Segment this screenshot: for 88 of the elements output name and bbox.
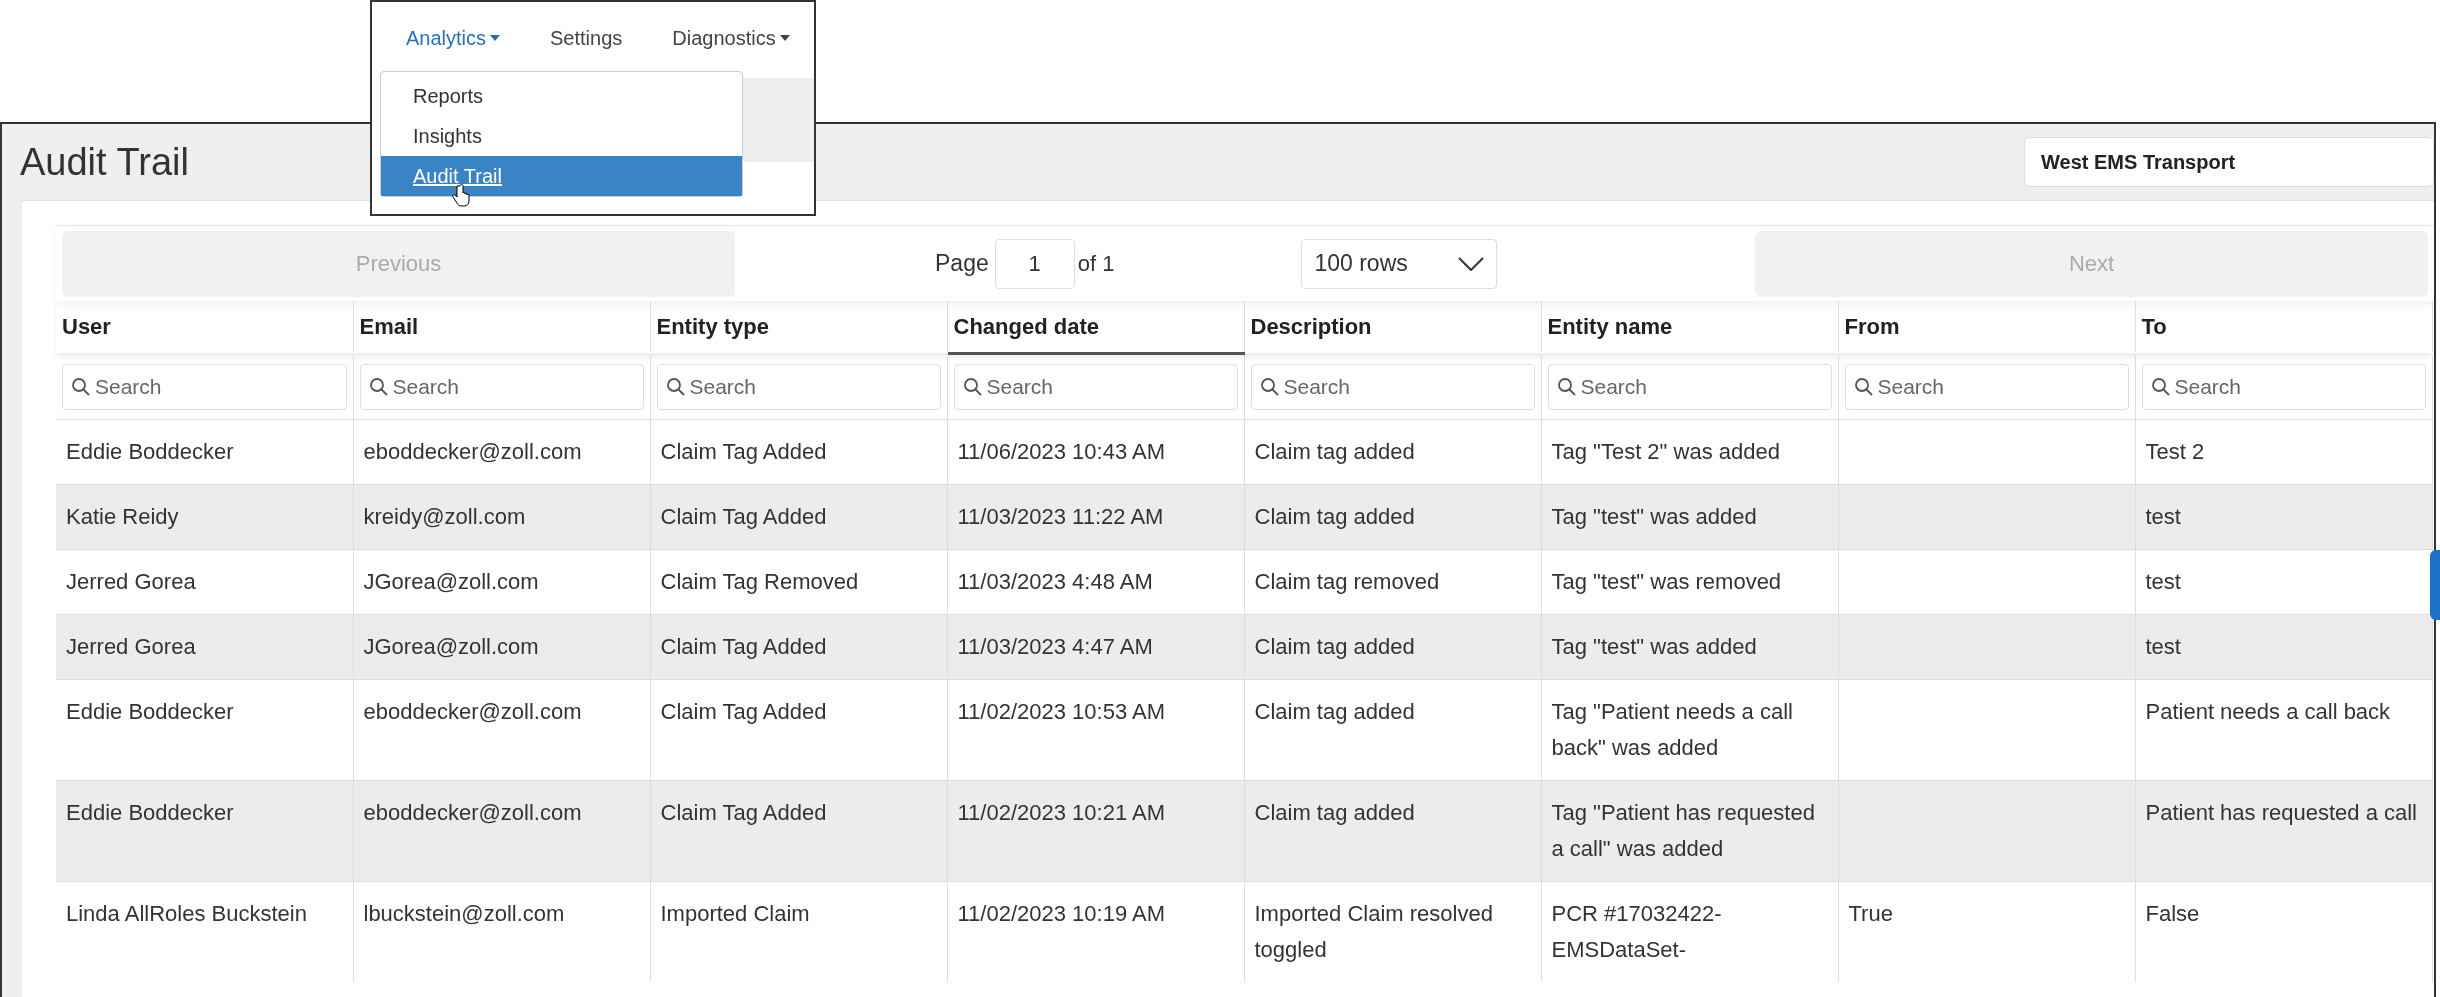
table-cell: lbuckstein@zoll.com bbox=[363, 900, 565, 926]
table-cell: Jerred Gorea bbox=[66, 568, 196, 594]
table-cell: Claim Tag Added bbox=[660, 799, 827, 825]
table-cell: Eddie Boddecker bbox=[66, 438, 234, 464]
column-header[interactable]: From bbox=[1838, 301, 2135, 353]
organization-select[interactable]: West EMS Transport bbox=[2024, 137, 2434, 187]
table-cell: Tag "Patient has requested a call" was added bbox=[1551, 799, 1815, 861]
search-field[interactable]: Search bbox=[1250, 363, 1535, 410]
search-field[interactable]: Search bbox=[1547, 363, 1832, 410]
table-cell: Claim tag added bbox=[1254, 438, 1415, 464]
search-icon bbox=[1259, 376, 1280, 397]
page-count: of 1 bbox=[1077, 250, 1115, 278]
search-icon bbox=[2150, 376, 2171, 397]
table-cell: Jerred Gorea bbox=[66, 633, 196, 659]
search-field[interactable]: Search bbox=[62, 363, 347, 410]
table-cell: Claim tag added bbox=[1254, 633, 1415, 659]
table-cell: Claim tag added bbox=[1254, 698, 1415, 724]
column-header[interactable]: Changed date bbox=[947, 301, 1244, 353]
table-cell: eboddecker@zoll.com bbox=[363, 799, 582, 825]
search-icon bbox=[368, 376, 389, 397]
table-cell: eboddecker@zoll.com bbox=[363, 698, 582, 724]
table-cell: Claim Tag Removed bbox=[660, 568, 859, 594]
search-icon bbox=[71, 376, 91, 397]
table-cell: Tag "test" was removed bbox=[1551, 568, 1782, 594]
table-cell: 11/02/2023 10:53 AM bbox=[957, 698, 1166, 724]
nav-item[interactable]: Diagnostics bbox=[672, 23, 790, 53]
table-cell: 11/02/2023 10:21 AM bbox=[957, 799, 1166, 825]
menu-item[interactable]: Audit Trail bbox=[381, 156, 742, 196]
table-cell: Claim Tag Added bbox=[660, 633, 827, 659]
search-icon bbox=[962, 376, 983, 397]
table-cell: Claim tag removed bbox=[1254, 568, 1440, 594]
search-icon bbox=[1556, 376, 1577, 397]
table-cell: Claim tag added bbox=[1254, 503, 1415, 529]
table-cell: test bbox=[2145, 503, 2181, 529]
search-icon bbox=[665, 376, 686, 397]
table-cell: JGorea@zoll.com bbox=[363, 568, 539, 594]
table-cell: Tag "Patient needs a call back" was added bbox=[1551, 698, 1793, 760]
column-header[interactable]: User bbox=[56, 301, 353, 353]
table-cell: Test 2 bbox=[2145, 438, 2205, 464]
table-cell: eboddecker@zoll.com bbox=[363, 438, 582, 464]
table-cell: True bbox=[1848, 900, 1893, 926]
table-cell: 11/02/2023 10:19 AM bbox=[957, 900, 1166, 926]
table-cell: Claim tag added bbox=[1254, 799, 1415, 825]
table-cell: Imported Claim bbox=[660, 900, 810, 926]
table-cell: Linda AllRoles Buckstein bbox=[66, 900, 307, 926]
table-cell: Patient needs a call back bbox=[2145, 698, 2391, 724]
scroll-handle[interactable] bbox=[2430, 550, 2440, 620]
search-field[interactable]: Search bbox=[2141, 363, 2426, 410]
chevron-down-icon bbox=[1458, 256, 1485, 271]
search-field[interactable]: Search bbox=[359, 363, 644, 410]
table-cell: test bbox=[2145, 568, 2181, 594]
table-cell: Tag "test" was added bbox=[1551, 633, 1757, 659]
page-title: Audit Trail bbox=[20, 139, 189, 185]
table-cell: test bbox=[2145, 633, 2181, 659]
column-header[interactable]: Entity type bbox=[650, 301, 947, 353]
table-cell: Tag "test" was added bbox=[1551, 503, 1757, 529]
search-field[interactable]: Search bbox=[1844, 363, 2129, 410]
column-header[interactable]: Entity name bbox=[1541, 301, 1838, 353]
search-field[interactable]: Search bbox=[953, 363, 1238, 410]
table-cell: Katie Reidy bbox=[66, 503, 179, 529]
search-icon bbox=[1853, 376, 1874, 397]
table-cell: Imported Claim resolved toggled bbox=[1254, 900, 1493, 962]
table-cell: 11/03/2023 11:22 AM bbox=[957, 503, 1164, 529]
rows-select[interactable]: 100 rows bbox=[1301, 238, 1498, 289]
table-cell: Claim Tag Added bbox=[660, 503, 827, 529]
menu-item[interactable]: Reports bbox=[381, 76, 742, 116]
nav-item[interactable]: Settings bbox=[550, 23, 623, 53]
column-header[interactable]: Description bbox=[1244, 301, 1541, 353]
table-cell: Eddie Boddecker bbox=[66, 698, 234, 724]
table-cell: Tag "Test 2" was added bbox=[1551, 438, 1780, 464]
table-cell: kreidy@zoll.com bbox=[363, 503, 526, 529]
table-cell: 11/03/2023 4:48 AM bbox=[957, 568, 1153, 594]
table-cell: JGorea@zoll.com bbox=[363, 633, 539, 659]
nav-item[interactable]: Analytics bbox=[406, 23, 501, 53]
table-cell: Claim Tag Added bbox=[660, 438, 827, 464]
table-cell: Claim Tag Added bbox=[660, 698, 827, 724]
table-cell: False bbox=[2145, 900, 2200, 926]
table-cell: PCR #17032422-EMSDataSet- bbox=[1551, 900, 1722, 962]
column-header[interactable]: Email bbox=[353, 301, 650, 353]
page-label: Page bbox=[935, 249, 989, 279]
table-cell: Eddie Boddecker bbox=[66, 799, 234, 825]
menu-item[interactable]: Insights bbox=[381, 116, 742, 156]
page-input[interactable]: 1 bbox=[994, 238, 1075, 289]
table-cell: 11/03/2023 4:47 AM bbox=[957, 633, 1153, 659]
table-cell: 11/06/2023 10:43 AM bbox=[957, 438, 1166, 464]
table-cell: Patient has requested a call bbox=[2145, 799, 2417, 825]
search-field[interactable]: Search bbox=[656, 363, 941, 410]
column-header[interactable]: To bbox=[2135, 301, 2432, 353]
